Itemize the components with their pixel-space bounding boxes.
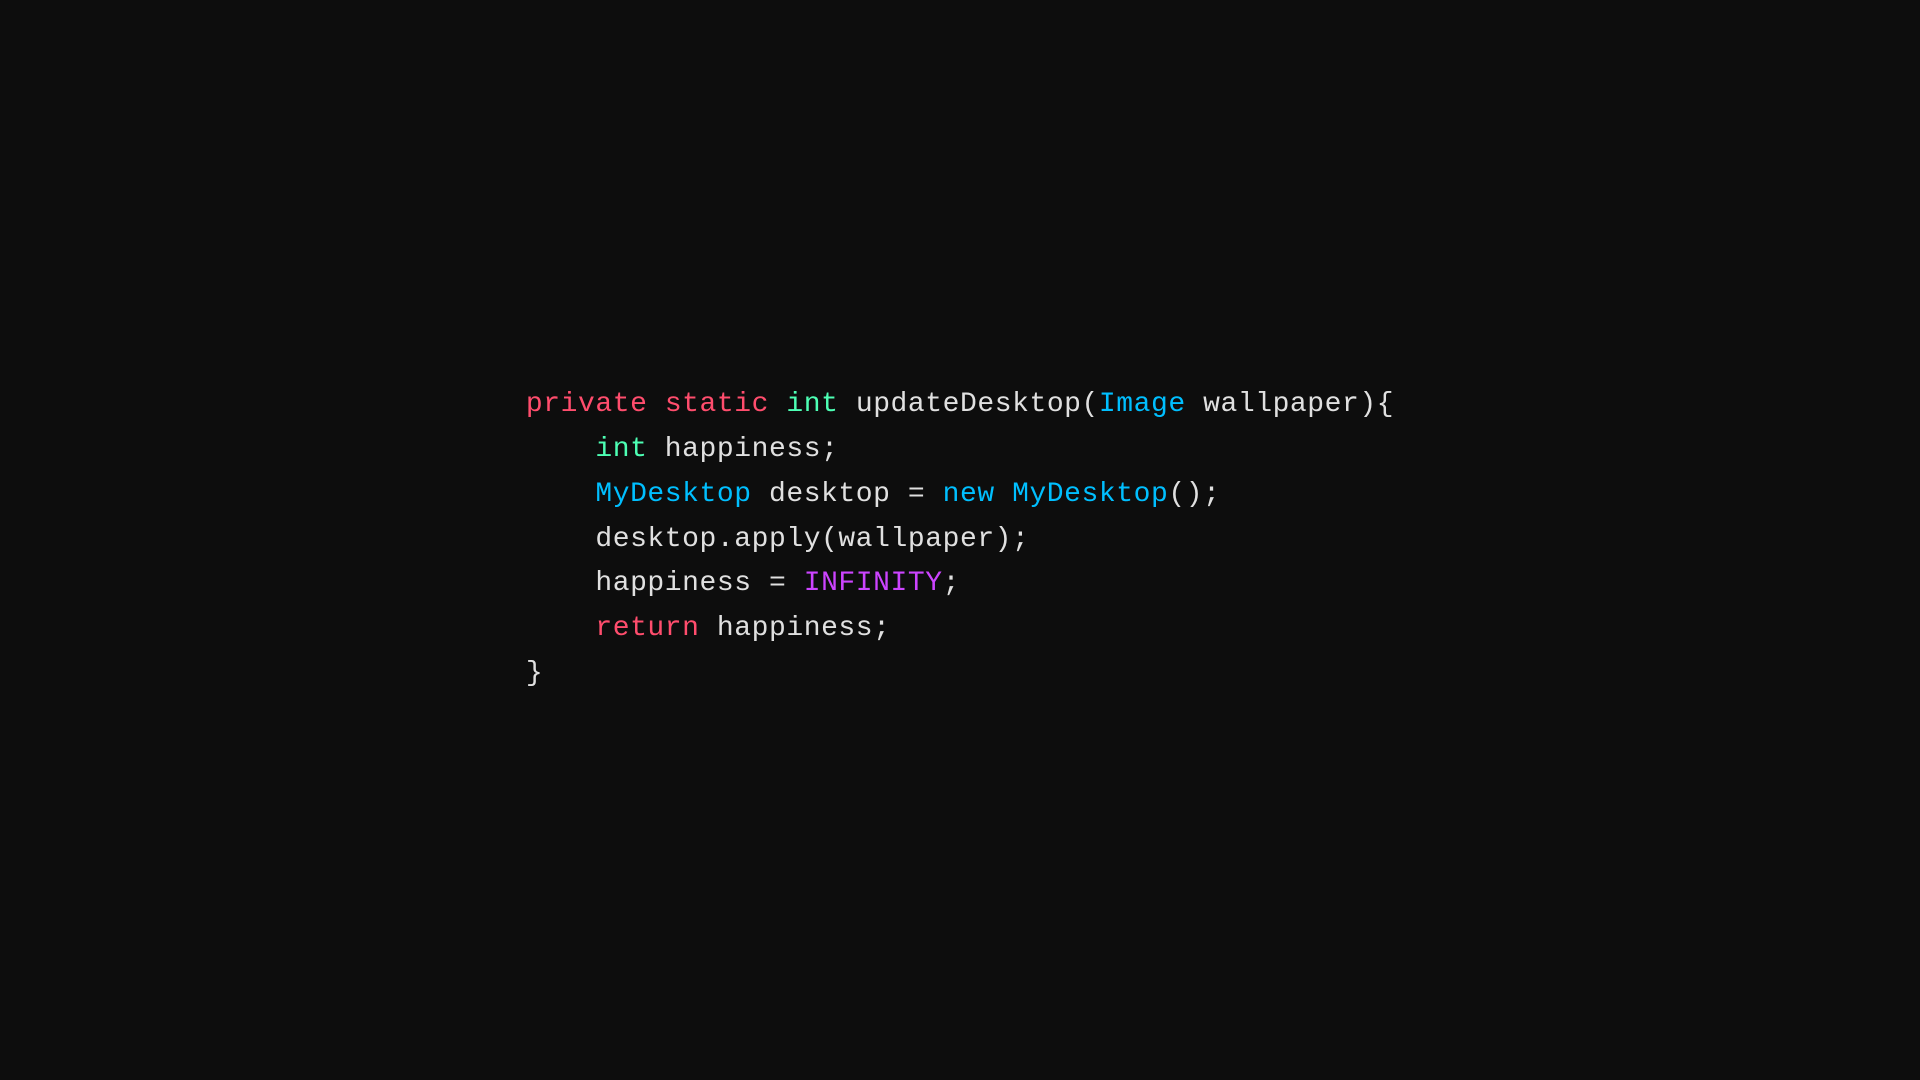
code-token: } — [526, 658, 543, 689]
code-token: desktop.apply(wallpaper); — [526, 524, 1030, 555]
code-line-7: } — [526, 652, 1394, 697]
code-token: happiness = — [526, 568, 804, 599]
code-token — [769, 389, 786, 420]
code-line-3: MyDesktop desktop = new MyDesktop(); — [526, 473, 1394, 518]
code-token: Image — [1099, 389, 1186, 420]
code-token: MyDesktop — [1012, 479, 1168, 510]
code-token: happiness; — [700, 613, 891, 644]
code-token: new — [943, 479, 995, 510]
code-token: MyDesktop — [595, 479, 751, 510]
code-token — [526, 434, 595, 465]
code-line-4: desktop.apply(wallpaper); — [526, 518, 1394, 563]
code-token: static — [665, 389, 769, 420]
code-token — [995, 479, 1012, 510]
code-token: return — [595, 613, 699, 644]
code-token — [647, 389, 664, 420]
code-token: (); — [1168, 479, 1220, 510]
code-line-5: happiness = INFINITY; — [526, 562, 1394, 607]
code-token: happiness; — [647, 434, 838, 465]
code-line-2: int happiness; — [526, 428, 1394, 473]
code-token: desktop = — [752, 479, 943, 510]
code-display: private static int updateDesktop(Image w… — [526, 383, 1394, 697]
code-token: wallpaper){ — [1186, 389, 1394, 420]
code-token: ; — [943, 568, 960, 599]
code-token — [526, 613, 595, 644]
code-line-6: return happiness; — [526, 607, 1394, 652]
code-token: updateDesktop( — [838, 389, 1098, 420]
code-token: int — [595, 434, 647, 465]
code-token — [526, 479, 595, 510]
code-token: private — [526, 389, 648, 420]
code-token: INFINITY — [804, 568, 943, 599]
code-line-1: private static int updateDesktop(Image w… — [526, 383, 1394, 428]
code-token: int — [786, 389, 838, 420]
